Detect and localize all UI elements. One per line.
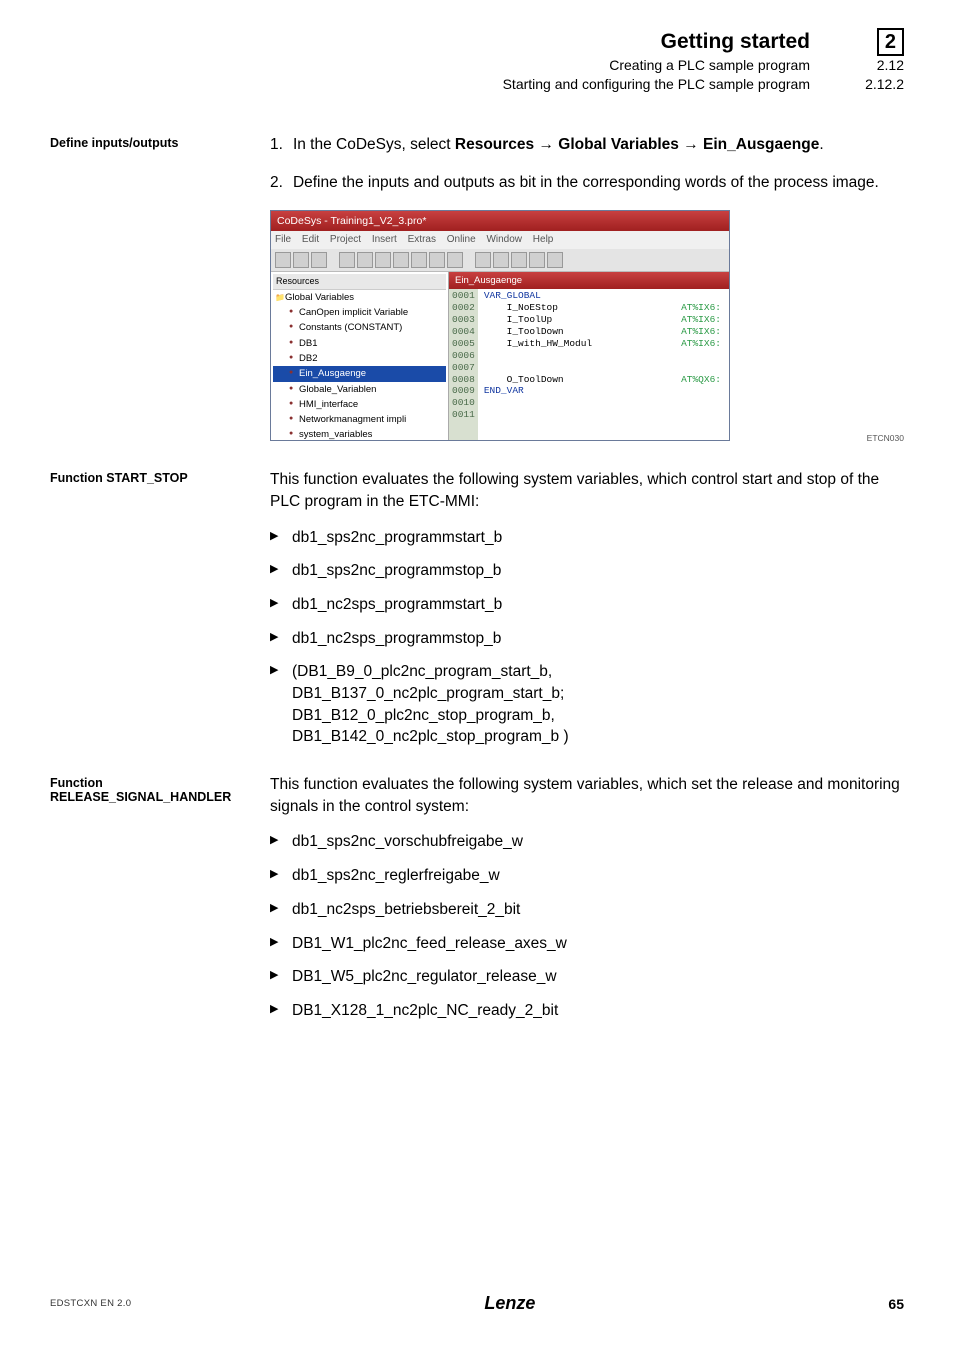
toolbar-button[interactable]	[339, 252, 355, 268]
toolbar-button[interactable]	[493, 252, 509, 268]
toolbar-button[interactable]	[529, 252, 545, 268]
toolbar-button[interactable]	[357, 252, 373, 268]
app-title-bar: CoDeSys - Training1_V2_3.pro*	[271, 211, 729, 232]
toolbar-button[interactable]	[475, 252, 491, 268]
toolbar-button[interactable]	[447, 252, 463, 268]
toolbar-button[interactable]	[429, 252, 445, 268]
page-footer: EDSTCXN EN 2.0 Lenze 65	[0, 1293, 954, 1314]
tree-header: Resources	[273, 274, 446, 290]
figure-caption: ETCN030	[867, 433, 904, 445]
toolbar-button[interactable]	[375, 252, 391, 268]
header-sub1-num: 2.12	[848, 56, 904, 75]
arrow-icon: →	[683, 136, 703, 153]
toolbar-button[interactable]	[393, 252, 409, 268]
editor-tab[interactable]: Ein_Ausgaenge	[449, 272, 729, 289]
tree-item[interactable]: Ein_Ausgaenge	[273, 366, 446, 381]
list-item: db1_nc2sps_programmstop_b	[270, 628, 904, 650]
tree-item[interactable]: HMI_interface	[273, 397, 446, 412]
tree-item[interactable]: DB1	[273, 336, 446, 351]
section2-intro: This function evaluates the following sy…	[270, 469, 904, 512]
app-menu-bar[interactable]: File Edit Project Insert Extras Online W…	[271, 231, 729, 249]
address-column: AT%IX6:AT%IX6:AT%IX6:AT%IX6: AT%QX6:	[681, 290, 721, 421]
side-label-start-stop: Function START_STOP	[50, 469, 250, 760]
list-item: DB1_W5_plc2nc_regulator_release_w	[270, 966, 904, 988]
tree-item[interactable]: Global Variables	[273, 290, 446, 305]
list-item: db1_sps2nc_vorschubfreigabe_w	[270, 831, 904, 853]
step-number: 1.	[270, 134, 283, 156]
list-item: DB1_W1_plc2nc_feed_release_axes_w	[270, 933, 904, 955]
menu-online[interactable]: Online	[447, 234, 476, 245]
list-item: (DB1_B9_0_plc2nc_program_start_b,DB1_B13…	[270, 661, 904, 748]
tree-item[interactable]: Globale_Variablen	[273, 382, 446, 397]
footer-page-number: 65	[888, 1296, 904, 1312]
menu-help[interactable]: Help	[533, 234, 554, 245]
section3-list: db1_sps2nc_vorschubfreigabe_w db1_sps2nc_…	[270, 831, 904, 1021]
chapter-number: 2	[877, 28, 904, 56]
toolbar-button[interactable]	[511, 252, 527, 268]
list-item: db1_nc2sps_betriebsbereit_2_bit	[270, 899, 904, 921]
app-toolbar[interactable]	[271, 249, 729, 272]
toolbar-button[interactable]	[293, 252, 309, 268]
list-item: db1_nc2sps_programmstart_b	[270, 594, 904, 616]
step1-ein-ausgaenge: Ein_Ausgaenge	[703, 136, 819, 153]
arrow-icon: →	[538, 136, 558, 153]
side-label-release-handler: Function RELEASE_SIGNAL_HANDLER	[50, 774, 250, 1034]
tree-item[interactable]: DB2	[273, 351, 446, 366]
step1-prefix: In the CoDeSys, select	[293, 136, 455, 153]
toolbar-button[interactable]	[547, 252, 563, 268]
header-sub2-num: 2.12.2	[848, 75, 904, 94]
list-item: db1_sps2nc_reglerfreigabe_w	[270, 865, 904, 887]
list-item: db1_sps2nc_programmstop_b	[270, 560, 904, 582]
line-gutter: 0001000200030004000500060007000800090010…	[449, 289, 478, 440]
step1-resources: Resources	[455, 136, 534, 153]
step1-global-vars: Global Variables	[558, 136, 679, 153]
side-label-define-io: Define inputs/outputs	[50, 134, 250, 447]
menu-window[interactable]: Window	[486, 234, 522, 245]
toolbar-button[interactable]	[311, 252, 327, 268]
list-item: db1_sps2nc_programmstart_b	[270, 527, 904, 549]
menu-edit[interactable]: Edit	[302, 234, 319, 245]
list-item: DB1_X128_1_nc2plc_NC_ready_2_bit	[270, 1000, 904, 1022]
toolbar-button[interactable]	[411, 252, 427, 268]
footer-logo: Lenze	[484, 1293, 535, 1314]
menu-file[interactable]: File	[275, 234, 291, 245]
step-number: 2.	[270, 172, 283, 194]
tree-item[interactable]: Networkmanagment impli	[273, 412, 446, 427]
header-sub2: Starting and configuring the PLC sample …	[503, 75, 810, 94]
step-2-text: Define the inputs and outputs as bit in …	[293, 172, 904, 194]
tree-item[interactable]: Constants (CONSTANT)	[273, 320, 446, 335]
page-content: Define inputs/outputs 1. In the CoDeSys,…	[0, 104, 954, 1033]
tree-item[interactable]: system_variables	[273, 427, 446, 440]
section3-intro: This function evaluates the following sy…	[270, 774, 904, 817]
code-text[interactable]: VAR_GLOBAL I_NoEStop I_ToolUp I_ToolDown…	[478, 289, 729, 440]
resource-tree[interactable]: Resources Global VariablesCanOpen implic…	[271, 272, 449, 440]
header-title: Getting started	[661, 28, 810, 56]
footer-doc-id: EDSTCXN EN 2.0	[50, 1298, 131, 1309]
step-1-text: In the CoDeSys, select Resources → Globa…	[293, 134, 904, 156]
section2-list: db1_sps2nc_programmstart_b db1_sps2nc_pro…	[270, 527, 904, 749]
menu-project[interactable]: Project	[330, 234, 361, 245]
menu-insert[interactable]: Insert	[372, 234, 397, 245]
tree-item[interactable]: CanOpen implicit Variable	[273, 305, 446, 320]
toolbar-button[interactable]	[275, 252, 291, 268]
menu-extras[interactable]: Extras	[408, 234, 436, 245]
header-sub1: Creating a PLC sample program	[609, 56, 810, 75]
codesys-screenshot: CoDeSys - Training1_V2_3.pro* File Edit …	[270, 210, 904, 442]
code-editor[interactable]: Ein_Ausgaenge 00010002000300040005000600…	[449, 272, 729, 440]
page-header: Getting started 2 Creating a PLC sample …	[0, 0, 954, 104]
